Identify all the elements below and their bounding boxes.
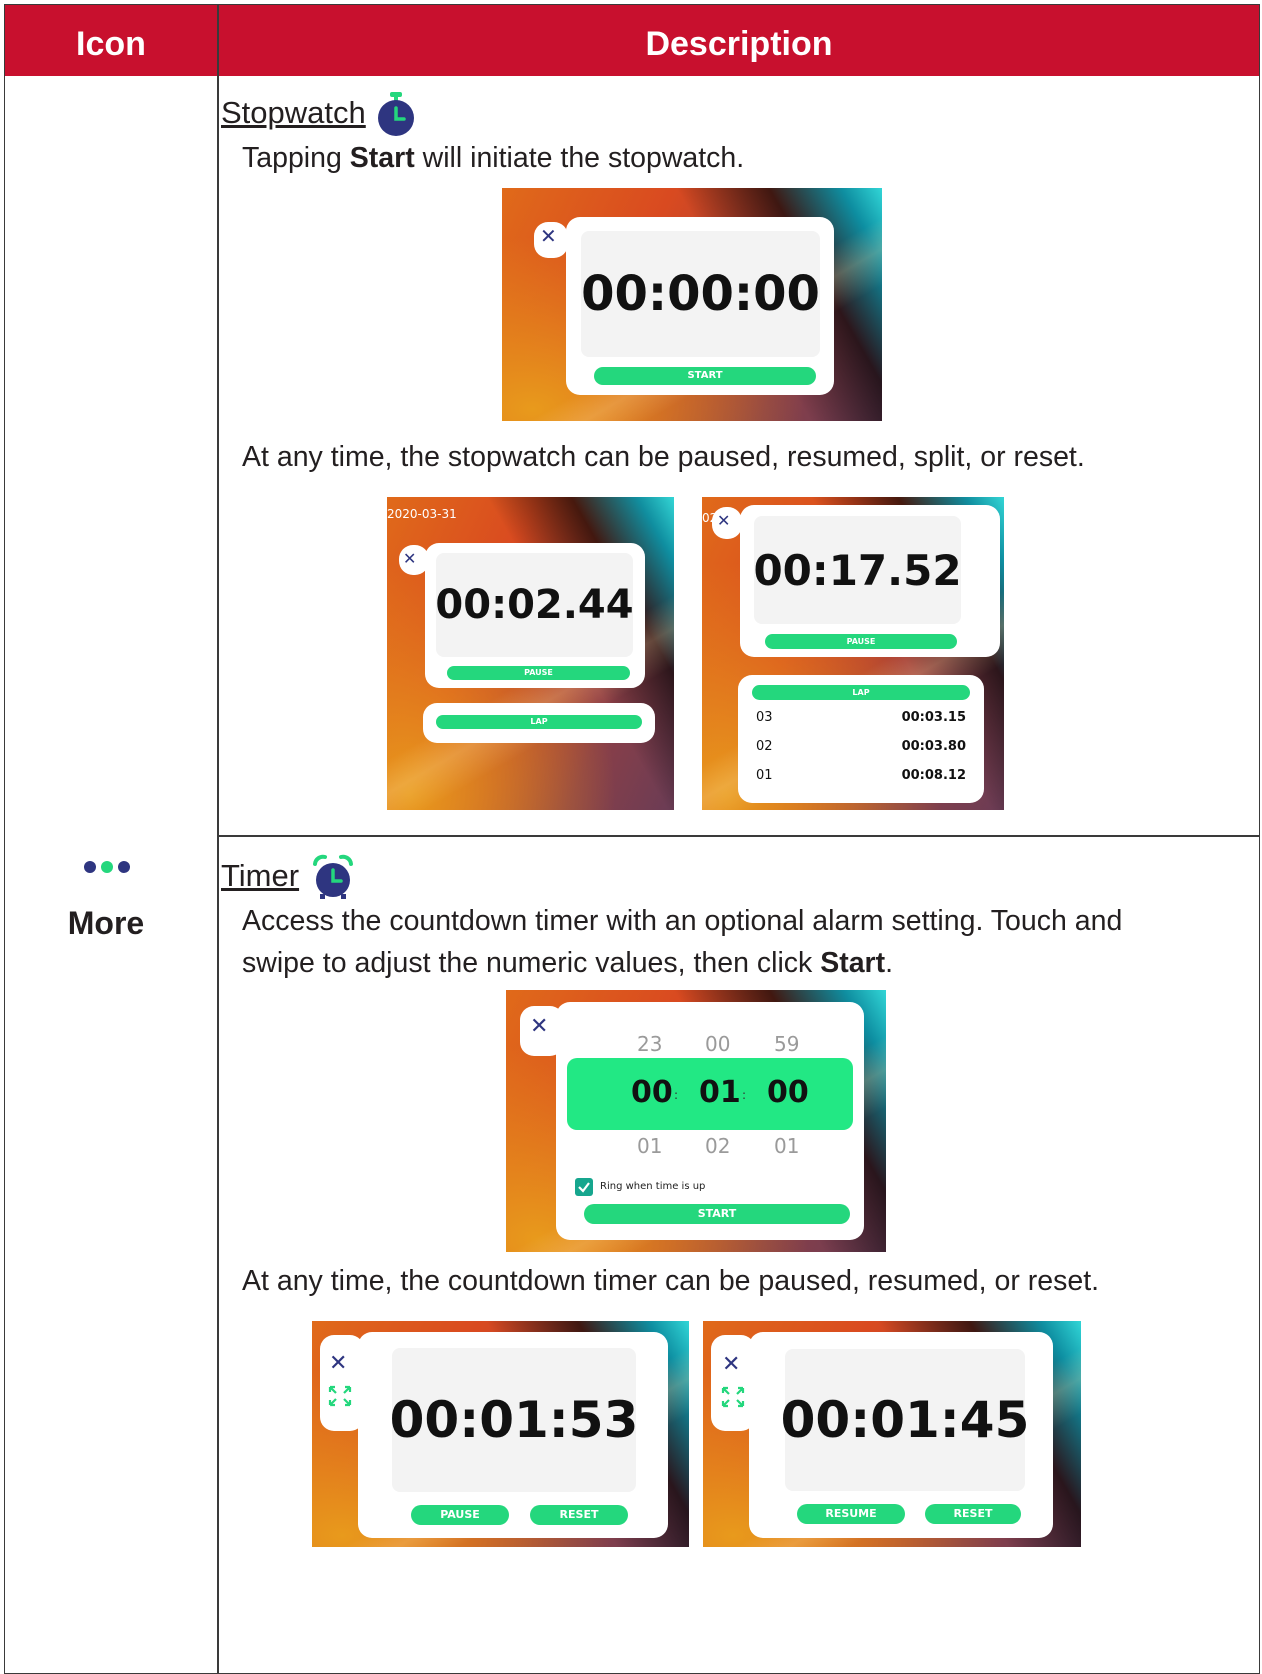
stopwatch-card: 00:02.44 PAUSE: [425, 543, 645, 688]
ring-checkbox[interactable]: [575, 1178, 593, 1196]
stopwatch-caption: At any time, the stopwatch can be paused…: [242, 441, 1085, 473]
row-divider: [217, 835, 1259, 837]
header-icon-column: Icon: [76, 25, 146, 63]
stopwatch-display: 00:17.52: [753, 516, 962, 624]
fullscreen-icon[interactable]: [328, 1385, 352, 1407]
pause-button[interactable]: PAUSE: [411, 1505, 509, 1525]
resume-button[interactable]: RESUME: [797, 1504, 905, 1524]
stopwatch-running-screenshot: 2020-03-31 00:02.44 PAUSE ✕ LAP: [387, 497, 674, 810]
stopwatch-card: 00:17.52 PAUSE: [740, 505, 1000, 657]
timer-caption: At any time, the countdown timer can be …: [242, 1265, 1100, 1297]
column-divider: [217, 5, 219, 1673]
minutes-below: 02: [705, 1134, 731, 1158]
timer-setup-screenshot: 23 00 59 00 : 01 : 00 01 02 01 Ring when…: [506, 990, 886, 1252]
close-icon[interactable]: ✕: [717, 513, 730, 529]
close-icon[interactable]: ✕: [530, 1016, 548, 1038]
lap-button[interactable]: LAP: [752, 685, 970, 700]
alarm-clock-icon: [313, 854, 353, 899]
stopwatch-icon: [378, 92, 414, 136]
minutes-above: 00: [705, 1032, 731, 1056]
timer-display: 00:01:53: [390, 1348, 638, 1492]
lap-button[interactable]: LAP: [436, 715, 642, 729]
close-icon[interactable]: ✕: [329, 1353, 347, 1375]
close-icon[interactable]: ✕: [722, 1354, 740, 1376]
stopwatch-intro: Tapping Start will initiate the stopwatc…: [242, 142, 745, 174]
icon-label-more: More: [67, 905, 145, 941]
seconds-above: 59: [774, 1032, 800, 1056]
reset-button[interactable]: RESET: [925, 1504, 1021, 1524]
timer-paused-screenshot: 00:01:45 RESUME RESET ✕: [703, 1321, 1081, 1547]
stopwatch-display: 00:00:00: [581, 231, 820, 357]
laps-card: LAP 03 00:03.15 02 00:03.80 01 00:08.12: [738, 675, 984, 803]
check-icon: [578, 1182, 590, 1193]
start-button[interactable]: START: [594, 367, 816, 385]
stopwatch-laps-screenshot: 02 00:17.52 PAUSE ✕ LAP 03 00:03.15 02 00:…: [702, 497, 1004, 810]
stopwatch-title: Stopwatch: [221, 95, 366, 130]
timer-display: 00:01:45: [781, 1349, 1029, 1491]
timer-intro: Access the countdown timer with an optio…: [242, 905, 1123, 979]
ring-label: Ring when time is up: [600, 1181, 706, 1192]
close-icon[interactable]: ✕: [403, 551, 416, 567]
hours-above: 23: [637, 1032, 663, 1056]
header-description-column: Description: [645, 25, 833, 63]
date-label: 2020-03-31: [387, 507, 457, 521]
fullscreen-icon[interactable]: [721, 1386, 745, 1408]
stopwatch-start-screenshot: 00:00:00 START ✕: [502, 188, 882, 421]
pause-button[interactable]: PAUSE: [447, 666, 630, 680]
more-dots-icon: [84, 861, 130, 873]
seconds-below: 01: [774, 1134, 800, 1158]
timer-card: 23 00 59 00 : 01 : 00 01 02 01 Ring when…: [556, 1002, 864, 1240]
timer-running-screenshot: 00:01:53 PAUSE RESET ✕: [312, 1321, 689, 1547]
hours-value[interactable]: 00: [631, 1075, 673, 1110]
stopwatch-display: 00:02.44: [435, 553, 634, 657]
hours-below: 01: [637, 1134, 663, 1158]
reset-button[interactable]: RESET: [530, 1505, 628, 1525]
table-header: Icon Description: [5, 5, 1259, 76]
pause-button[interactable]: PAUSE: [765, 634, 957, 649]
timer-card: 00:01:53 PAUSE RESET: [358, 1332, 668, 1538]
timer-title: Timer: [221, 858, 300, 893]
minutes-value[interactable]: 01: [699, 1075, 741, 1110]
start-button[interactable]: START: [584, 1204, 850, 1224]
stopwatch-card: 00:00:00 START: [566, 217, 834, 395]
lap-card: LAP: [423, 703, 655, 743]
seconds-value[interactable]: 00: [767, 1075, 809, 1110]
close-icon[interactable]: ✕: [540, 226, 557, 246]
timer-card: 00:01:45 RESUME RESET: [749, 1332, 1053, 1538]
